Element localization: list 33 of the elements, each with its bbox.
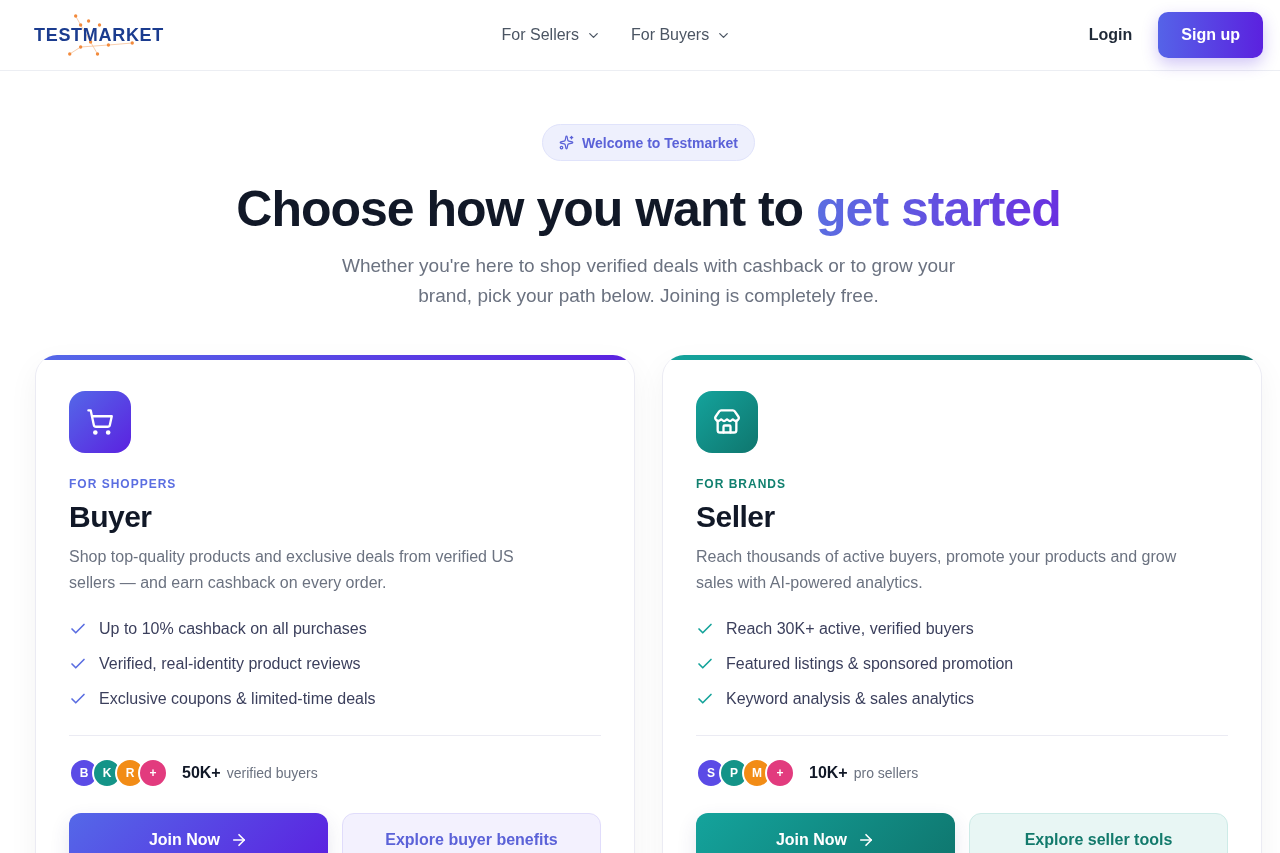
sparkle-icon (559, 135, 575, 150)
brand-logo[interactable]: TESTMARKET (34, 12, 164, 58)
card-description: Reach thousands of active buyers, promote your products and grow sales with AI-powered analytics. (696, 547, 1178, 593)
storefront-icon (696, 391, 758, 453)
stat-label: pro sellers (853, 765, 919, 781)
stat-label: verified buyers (226, 765, 318, 781)
explore-button[interactable]: Explore seller tools (969, 813, 1228, 853)
feature-text: Featured listings & sponsored promotion (726, 654, 1014, 674)
card-eyebrow: FOR SHOPPERS (69, 477, 178, 491)
card-title: Buyer (69, 499, 153, 535)
badge-text: Welcome to Testmarket (582, 134, 738, 151)
shopping-cart-icon (69, 391, 131, 453)
avatar: + (138, 758, 168, 788)
nav-menu-button[interactable]: For Buyers (630, 26, 732, 44)
join-now-button[interactable]: Join Now (696, 813, 955, 853)
card-title: Seller (696, 499, 776, 535)
hero-subtitle: Whether you're here to shop verified deals with cashback or to grow your brand, pick your path below. Joining is completely free. (341, 254, 956, 308)
feature-text: Up to 10% cashback on all purchases (99, 619, 367, 639)
card-eyebrow: FOR BRANDS (696, 477, 787, 491)
join-now-button[interactable]: Join Now (69, 813, 328, 853)
feature-text: Reach 30K+ active, verified buyers (726, 619, 974, 639)
login-button[interactable]: Login (1088, 26, 1133, 44)
card-description: Shop top-quality products and exclusive deals from verified US sellers — and earn cashback on every order. (69, 547, 515, 593)
nav-menu-button[interactable]: For Sellers (501, 26, 601, 44)
explore-button[interactable]: Explore buyer benefits (342, 813, 601, 853)
feature-text: Verified, real-identity product reviews (99, 654, 361, 674)
feature-text: Exclusive coupons & limited-time deals (99, 689, 376, 709)
sign-up-button[interactable]: Sign up (1158, 12, 1263, 58)
hero-title: Choose how you want to get started (236, 180, 1061, 239)
stat-count: 10K+ (809, 764, 848, 782)
feature-text: Keyword analysis & sales analytics (726, 689, 975, 709)
stat-count: 50K+ (182, 764, 221, 782)
avatar: + (765, 758, 795, 788)
